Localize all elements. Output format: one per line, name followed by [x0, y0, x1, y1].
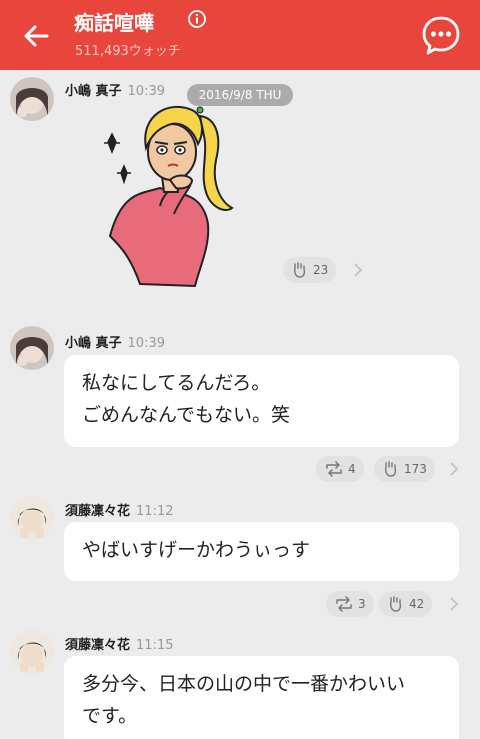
avatar[interactable] [10, 496, 54, 540]
avatar[interactable] [10, 326, 54, 370]
retweet-count: 3 [358, 597, 366, 611]
message-line: です。 [82, 705, 138, 727]
chevron-right-icon[interactable] [449, 462, 459, 476]
message-bubble[interactable]: やばいすげーかわうぃっす [64, 522, 459, 581]
sender-name: 小嶋 真子 [65, 336, 122, 351]
retweet-icon [336, 596, 352, 612]
page-title: 痴話喧嘩 [74, 11, 154, 35]
clap-icon [294, 262, 306, 278]
retweet-button[interactable]: 3 [326, 591, 374, 617]
message-time: 11:15 [136, 638, 174, 653]
applause-count: 42 [409, 597, 425, 611]
retweet-icon [326, 461, 342, 477]
clap-icon [390, 596, 402, 612]
chevron-right-icon[interactable] [353, 263, 363, 277]
retweet-count: 4 [348, 462, 356, 476]
back-arrow-icon [24, 25, 49, 47]
message-time: 10:39 [127, 336, 165, 351]
app-header: 痴話喧嘩 511,493ウォッチ [0, 0, 480, 70]
retweet-button[interactable]: 4 [316, 456, 364, 482]
applause-count: 23 [313, 263, 329, 277]
message-line: ごめんなんでもない。笑 [82, 404, 291, 426]
sender-name: 須藤凜々花 [65, 504, 131, 519]
applause-button[interactable]: 23 [283, 257, 337, 283]
message-bubble[interactable]: 私なにしてるんだろ。 ごめんなんでもない。笑 [64, 355, 459, 447]
message-line: 私なにしてるんだろ。 [82, 372, 271, 394]
menu-dots-icon[interactable] [420, 14, 462, 56]
avatar[interactable] [10, 77, 54, 121]
sender-meta: 須藤凜々花 11:12 [65, 500, 173, 519]
applause-count: 173 [404, 462, 427, 476]
applause-button[interactable]: 173 [374, 456, 435, 482]
sender-meta: 小嶋 真子 10:39 [65, 332, 165, 351]
message-time: 11:12 [136, 504, 174, 519]
sender-meta: 須藤凜々花 11:15 [65, 634, 173, 653]
watch-count: 511,493ウォッチ [75, 44, 181, 59]
sender-name: 須藤凜々花 [65, 638, 131, 653]
chevron-right-icon[interactable] [449, 597, 459, 611]
message-line: 多分今、日本の山の中で一番かわいい [82, 673, 406, 695]
clap-icon [385, 461, 397, 477]
message-bubble[interactable]: 多分今、日本の山の中で一番かわいい です。 [64, 656, 459, 739]
info-icon[interactable] [187, 9, 207, 29]
back-button[interactable] [14, 14, 58, 58]
date-badge: 2016/9/8 THU [187, 84, 293, 106]
blonde-woman-thinking-sticker[interactable] [100, 96, 250, 288]
avatar[interactable] [10, 630, 54, 674]
message-line: やばいすげーかわうぃっす [82, 539, 311, 561]
applause-button[interactable]: 42 [379, 591, 433, 617]
